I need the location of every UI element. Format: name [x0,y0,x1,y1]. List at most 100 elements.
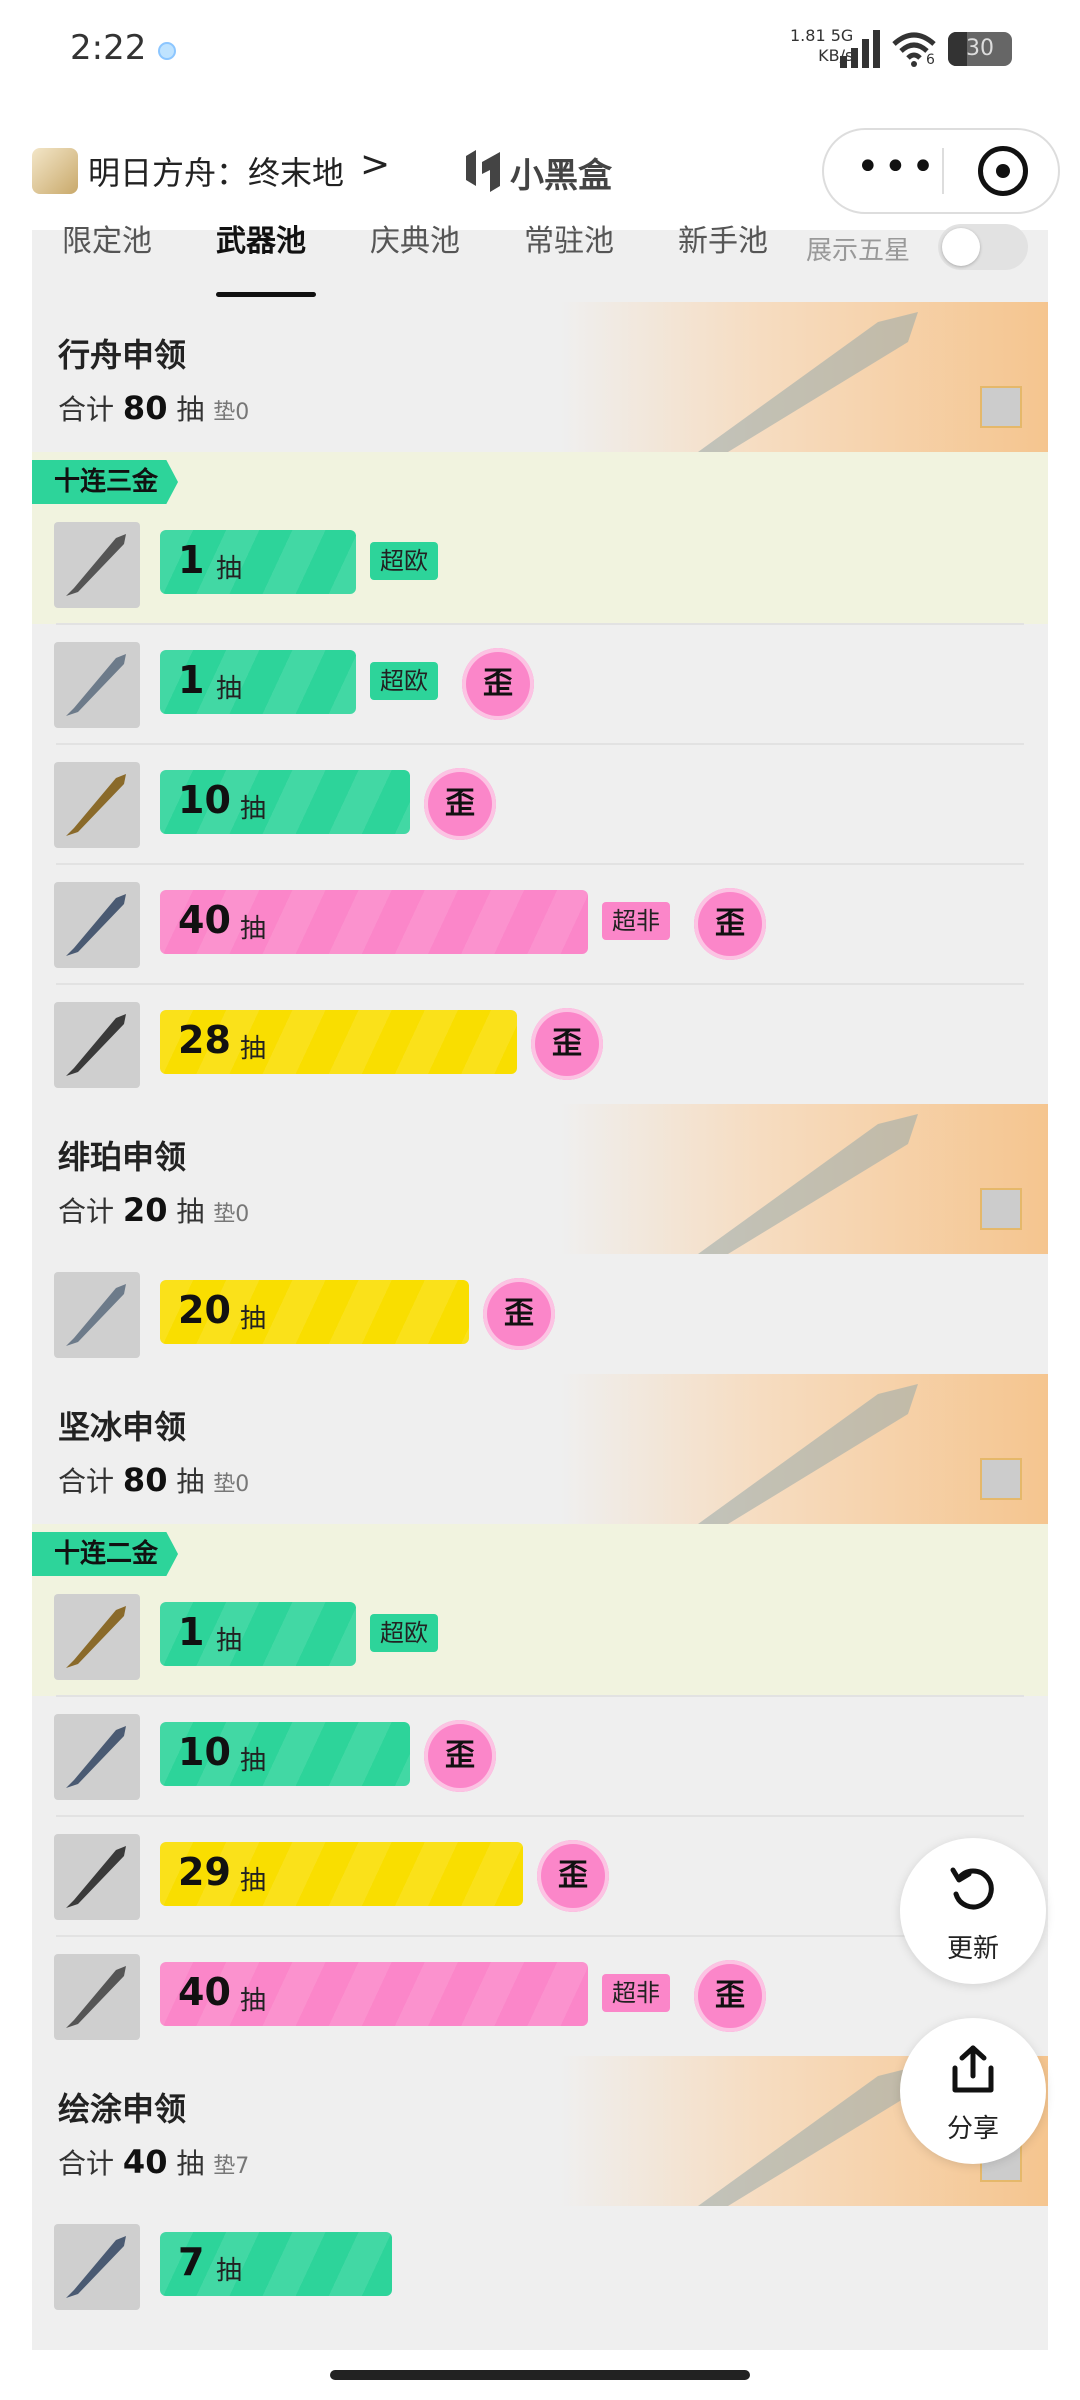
tab-beginner[interactable]: 新手池 [678,227,768,290]
pool-thumbnail[interactable] [980,1458,1022,1500]
pool-banner: 绯珀申领 合计 20 抽 垫0 [32,1104,1048,1254]
pull-count: 40 [178,898,231,942]
pull-unit: 抽 [240,1986,267,2016]
pull-row: 7抽 [32,2206,1048,2326]
weapon-thumbnail[interactable] [54,1954,140,2040]
wifi-sub: 6 [926,52,935,68]
content-panel: 限定池 武器池 庆典池 常驻池 新手池 展示五星 行舟申领 合计 80 抽 垫0 十… [32,224,1048,2350]
refresh-button[interactable]: 更新 [900,1838,1046,1984]
pull-row: 40 抽 超非歪 [32,864,1048,984]
brand-name: 小黑盒 [510,156,612,196]
tab-celebration[interactable]: 庆典池 [370,227,460,290]
weapon-thumbnail[interactable] [54,522,140,608]
pool-banner: 绘涂申领 合计 40 抽 垫7 [32,2056,1048,2206]
weapon-icon [66,1726,126,1788]
weapon-thumbnail[interactable] [54,1714,140,1800]
pull-count-bar: 7抽 [160,2232,392,2296]
toggle-label: 展示五星 [806,236,911,266]
toggle-knob [942,228,980,266]
brand-logo-icon [466,150,500,192]
total-prefix: 合计 [58,1195,115,1228]
refresh-icon [950,1867,994,1910]
pool-thumbnail[interactable] [980,1188,1022,1230]
more-icon[interactable]: ••• [856,147,946,192]
weapon-thumbnail[interactable] [54,1272,140,1358]
pull-count-bar: 40 抽 [160,890,588,954]
pull-unit: 抽 [216,554,243,584]
off-banner-badge: 歪 [694,888,766,960]
total-prefix: 合计 [58,393,115,426]
status-time: 2:22 [70,28,147,68]
weapon-icon [66,774,126,836]
pad-prefix: 垫 [213,1202,236,1227]
pull-count-bar: 10 抽 [160,1722,410,1786]
total-unit: 抽 [176,2147,205,2180]
chevron-right-icon[interactable]: > [360,144,390,185]
weapon-thumbnail[interactable] [54,762,140,848]
pull-unit: 抽 [240,1866,267,1896]
pull-count: 1 [178,1610,205,1654]
off-banner-badge: 歪 [537,1840,609,1912]
app-header: 明日方舟：终末地 > 小黑盒 ••• [0,100,1080,240]
weapon-icon [66,654,126,716]
off-banner-badge: 歪 [694,1960,766,2032]
pad-prefix: 垫 [213,1472,236,1497]
net-speed-value: 1.81 [790,26,826,45]
pull-count: 1 [178,538,205,582]
weapon-thumbnail[interactable] [54,2224,140,2310]
pull-count-bar: 1抽 [160,650,356,714]
notification-icon [158,42,176,60]
pool-banner: 行舟申领 合计 80 抽 垫0 [32,302,1048,452]
weapon-icon [66,1966,126,2028]
weapon-thumbnail[interactable] [54,1834,140,1920]
pull-unit: 抽 [240,1746,267,1776]
app-title[interactable]: 明日方舟：终末地 [88,148,344,194]
total-unit: 抽 [176,1465,205,1498]
show-five-star-toggle[interactable] [938,224,1028,270]
pull-count: 10 [178,778,231,822]
pool-total: 合计 80 抽 垫0 [58,1460,249,1500]
tab-standard[interactable]: 常驻池 [524,227,614,290]
weapon-thumbnail[interactable] [54,642,140,728]
total-count: 20 [122,1191,168,1229]
share-label: 分享 [946,2114,999,2144]
pull-count: 10 [178,1730,231,1774]
pull-count-bar: 1抽 [160,530,356,594]
weapon-icon [66,2236,126,2298]
pull-unit: 抽 [216,1626,243,1656]
pull-unit: 抽 [216,674,243,704]
ten-pull-badge: 十连三金 [32,460,179,504]
tab-bar: 限定池 武器池 庆典池 常驻池 新手池 展示五星 [32,224,1048,302]
off-banner-badge: 歪 [483,1278,555,1350]
pull-row: 1 抽超欧 [32,1576,1048,1696]
weapon-thumbnail[interactable] [54,1002,140,1088]
off-banner-badge: 歪 [424,1720,496,1792]
pool-total: 合计 80 抽 垫0 [58,388,249,428]
refresh-label: 更新 [946,1934,999,1964]
weapon-thumbnail[interactable] [54,882,140,968]
weapon-art-icon [698,1114,918,1254]
battery-level: 30 [966,36,994,61]
pull-count-bar: 29 抽 [160,1842,523,1906]
weapon-thumbnail[interactable] [54,1594,140,1680]
luck-tag: 超欧 [370,662,438,700]
off-banner-badge: 歪 [462,648,534,720]
pull-row: 1 抽超欧歪 [32,624,1048,744]
pad-prefix: 垫 [213,400,236,425]
home-indicator[interactable] [330,2370,750,2380]
share-button[interactable]: 分享 [900,2018,1046,2164]
capsule-divider [942,148,944,194]
total-prefix: 合计 [58,2147,115,2180]
luck-tag: 超欧 [370,542,438,580]
luck-tag: 超非 [602,902,670,940]
pull-row: 20 抽 歪 [32,1254,1048,1374]
close-miniprogram-icon[interactable] [978,146,1028,196]
pull-unit: 抽 [240,914,267,944]
pool-thumbnail[interactable] [980,386,1022,428]
luck-tag: 超非 [602,1974,670,2012]
tab-weapon[interactable]: 武器池 [216,227,306,290]
tab-limited[interactable]: 限定池 [62,227,152,290]
app-avatar[interactable] [32,148,78,194]
total-count: 80 [122,1461,168,1499]
pull-count-bar: 40 抽 [160,1962,588,2026]
